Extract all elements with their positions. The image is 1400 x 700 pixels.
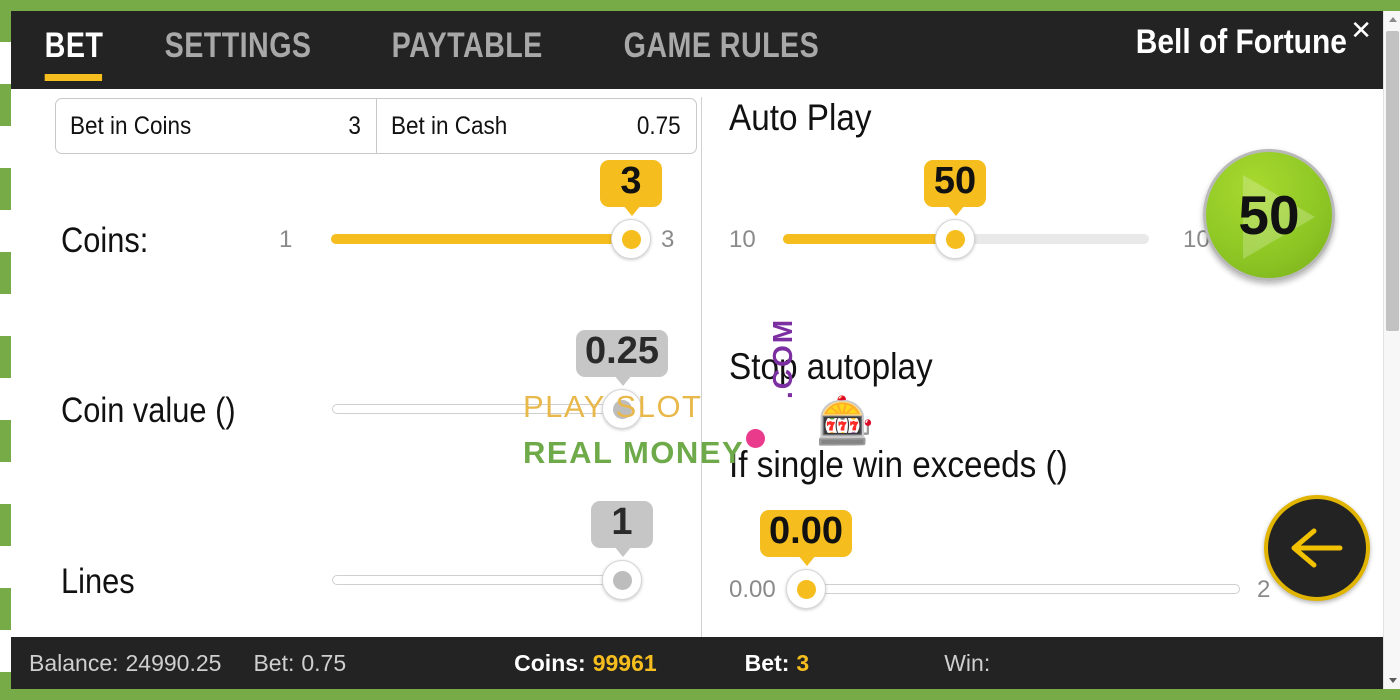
status-bet-value: 3 [796,649,810,676]
coins-slider-knob[interactable] [611,219,651,259]
coin-value-slider-row: Coin value () 0.25 [55,330,697,465]
status-coins-label: Coins: [514,649,586,676]
bet-in-coins-box[interactable]: Bet in Coins 3 [56,99,376,153]
bet-in-cash-label: Bet in Cash [391,111,508,140]
single-win-slider-max-label: 2 [1257,576,1271,603]
lines-slider-knob[interactable] [602,560,642,600]
lines-slider-value-bubble: 1 [591,501,653,557]
single-win-slider-track[interactable] [806,584,1240,594]
spin-count-label: 50 [1238,183,1300,246]
status-bet-cash-value: 0.75 [301,649,347,676]
top-navigation-bar: BET SETTINGS PAYTABLE GAME RULES Bell of… [11,11,1389,89]
status-bet: Bet: 3 [745,650,810,677]
status-bet-cash: Bet: 0.75 [253,650,346,677]
autoplay-settings-panel: Auto Play 10 50 100 50 Stop autoplay If … [701,89,1389,637]
autoplay-slider-fill [783,234,956,244]
coins-slider-row: Coins: 1 3 3 [55,160,697,295]
autoplay-slider-value-bubble: 50 [924,160,987,216]
scrollbar-thumb[interactable] [1386,31,1399,331]
single-win-slider-min-label: 0.00 [729,576,776,603]
coin-value-slider-value-bubble: 0.25 [576,330,668,386]
autoplay-slider-min-label: 10 [729,226,756,253]
lines-slider[interactable]: 1 [332,501,653,600]
bet-summary-boxes: Bet in Coins 3 Bet in Cash 0.75 [55,98,697,154]
coins-slider-label: Coins: [61,221,149,260]
lines-slider-row: Lines 1 [55,501,697,636]
status-coins-value: 99961 [592,649,657,676]
stop-autoplay-title: Stop autoplay [729,346,933,387]
bet-in-coins-label: Bet in Coins [70,111,192,140]
tab-game-rules[interactable]: GAME RULES [604,11,839,89]
coins-slider[interactable]: 3 [331,160,662,259]
scroll-down-arrow-icon[interactable] [1384,672,1400,689]
arrow-left-icon [1291,528,1343,568]
status-coins: Coins: 99961 [514,650,657,677]
status-bar: Balance: 24990.25 Bet: 0.75 Coins: 99961… [11,637,1389,689]
close-icon[interactable]: ✕ [1350,17,1372,43]
coins-slider-fill [331,234,631,244]
bet-in-coins-value: 3 [348,111,361,140]
coin-value-slider-knob[interactable] [602,389,642,429]
tab-settings[interactable]: SETTINGS [145,11,331,89]
bet-in-cash-box[interactable]: Bet in Cash 0.75 [376,99,696,153]
single-win-title: If single win exceeds () [729,444,1068,485]
coins-slider-value-bubble: 3 [600,160,662,216]
autoplay-slider[interactable]: 50 [783,160,1149,259]
status-bet-cash-label: Bet: [253,649,295,676]
auto-play-title: Auto Play [729,97,872,138]
game-window: BET SETTINGS PAYTABLE GAME RULES Bell of… [11,11,1389,689]
bet-settings-panel: Bet in Coins 3 Bet in Cash 0.75 Coins: 1… [11,89,701,637]
back-button[interactable] [1264,495,1370,601]
tab-bet[interactable]: BET [25,11,123,89]
tab-paytable[interactable]: PAYTABLE [372,11,562,89]
single-win-slider-value-bubble: 0.00 [760,510,852,566]
scroll-up-arrow-icon[interactable] [1384,11,1400,28]
single-win-slider-knob[interactable] [786,569,826,609]
status-balance-value: 24990.25 [125,649,222,676]
start-autoplay-button[interactable]: 50 [1203,149,1335,281]
status-bet-label: Bet: [744,649,790,676]
status-balance: Balance: 24990.25 [29,650,221,677]
vertical-scrollbar[interactable] [1383,11,1400,689]
bet-in-cash-value: 0.75 [637,111,681,140]
status-win-label: Win: [944,649,991,676]
tab-list: BET SETTINGS PAYTABLE GAME RULES [11,11,890,89]
status-balance-label: Balance: [29,649,119,676]
game-title: Bell of Fortune [1135,23,1347,61]
lines-slider-label: Lines [61,562,135,601]
autoplay-slider-knob[interactable] [935,219,976,259]
coins-slider-max-label: 3 [661,226,675,253]
coin-value-slider-track[interactable] [332,404,622,414]
lines-slider-track[interactable] [332,575,622,585]
coin-value-slider-label: Coin value () [61,391,236,430]
settings-body: PLAY SLOT REAL MONEY .COM 🎰 Bet in Coins… [11,89,1389,637]
coin-value-slider[interactable]: 0.25 [332,330,668,429]
coins-slider-min-label: 1 [279,226,293,253]
single-win-slider[interactable]: 0.00 [760,510,1240,609]
status-win: Win: [944,650,997,677]
